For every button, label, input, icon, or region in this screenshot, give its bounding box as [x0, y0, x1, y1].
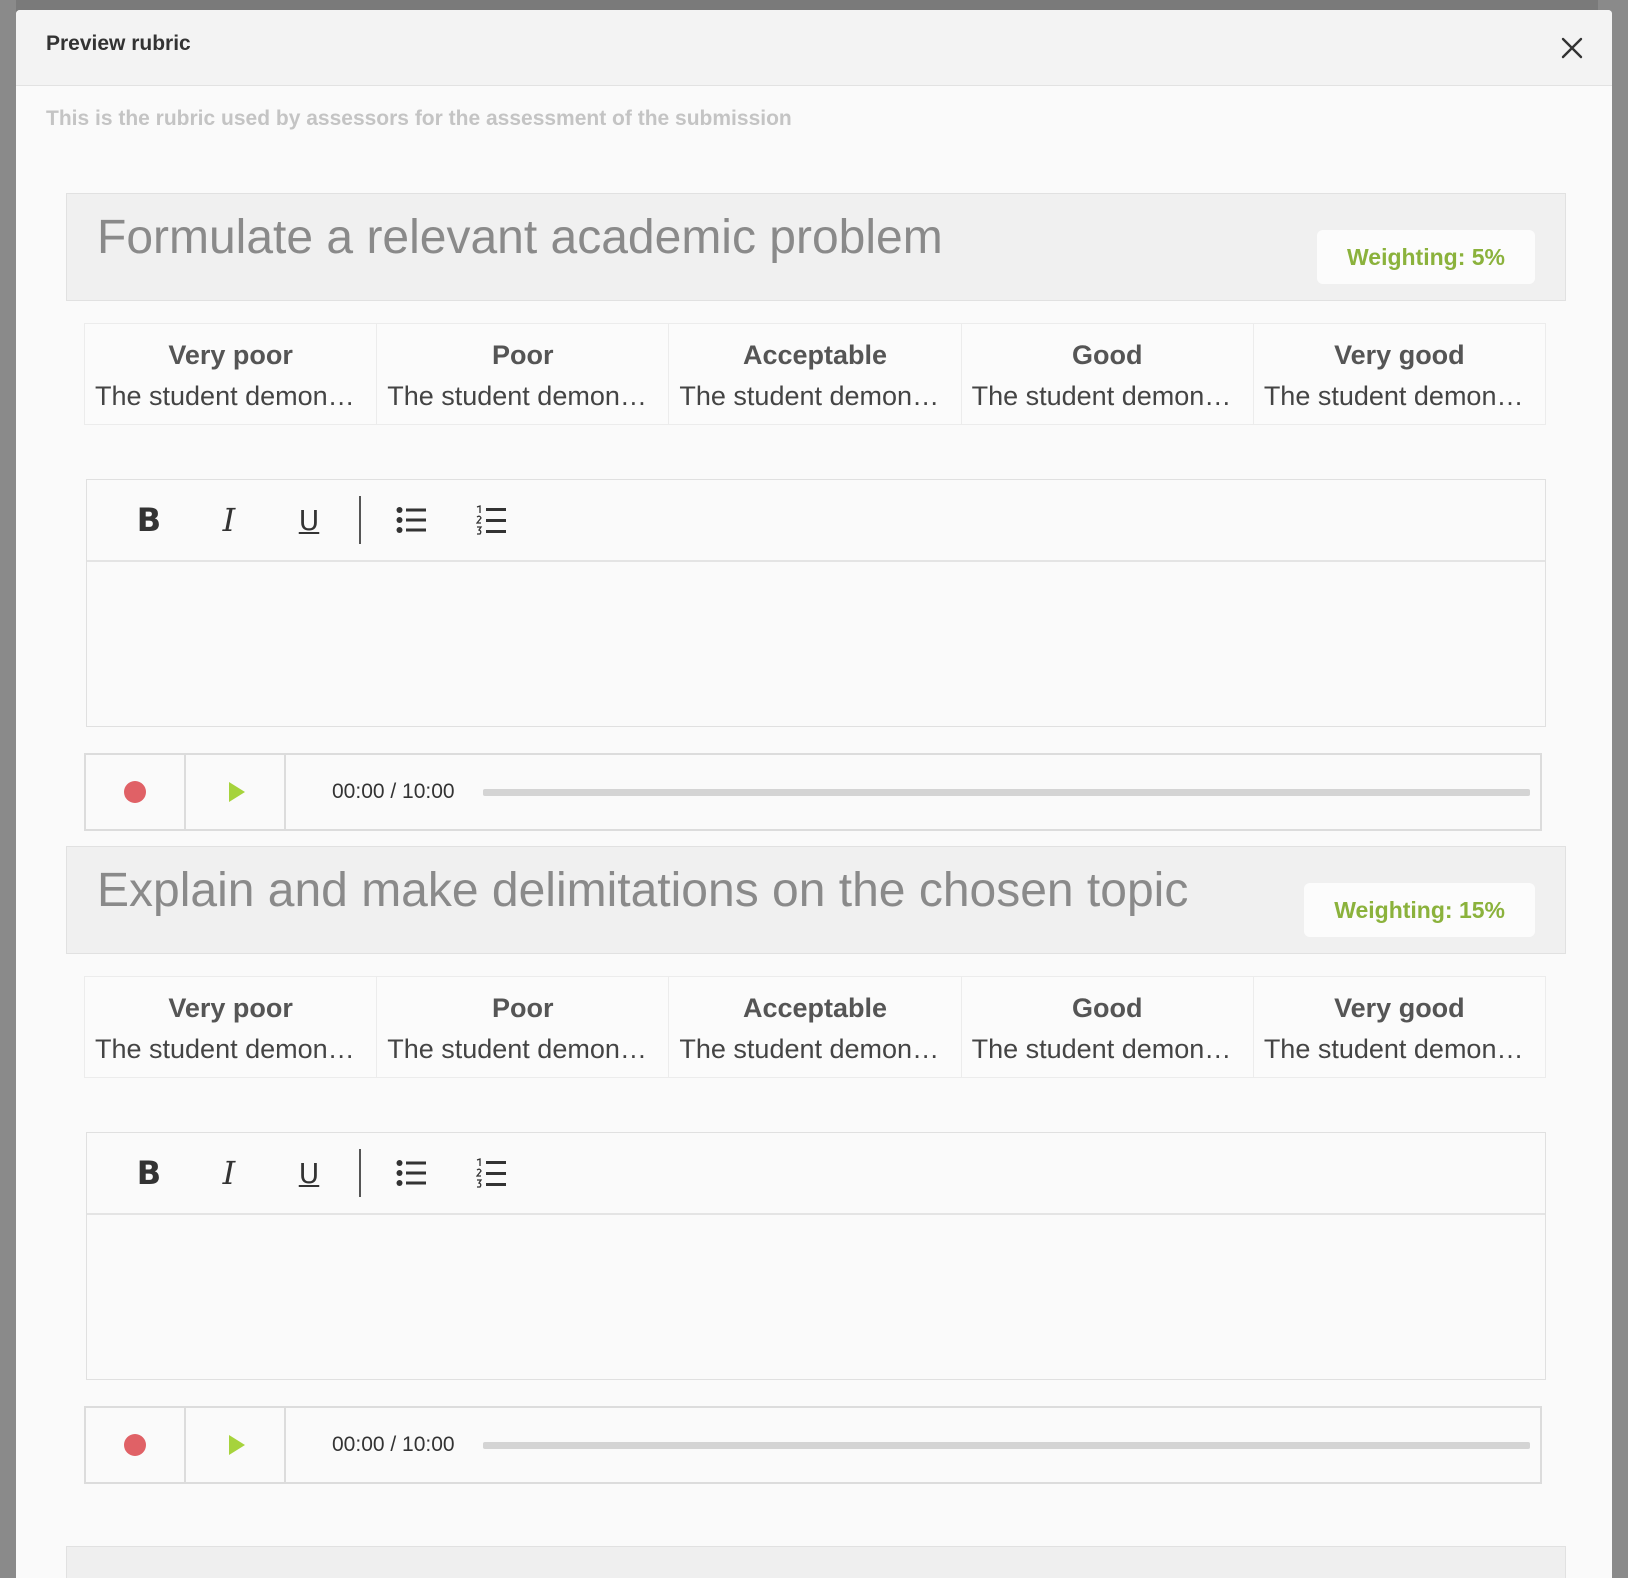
rubric-levels: Very poor The student demonstrates Poor … — [84, 323, 1546, 425]
play-icon — [229, 782, 245, 802]
level-very-good[interactable]: Very good The student demonstrates — [1254, 977, 1545, 1077]
level-good[interactable]: Good The student demonstrates — [962, 324, 1254, 424]
level-good[interactable]: Good The student demonstrates — [962, 977, 1254, 1077]
modal-subtitle: This is the rubric used by assessors for… — [46, 107, 792, 130]
level-name: Very good — [1334, 993, 1465, 1023]
criterion-title: Explain and make delimitations on the ch… — [97, 864, 1189, 917]
level-name: Acceptable — [742, 993, 888, 1023]
level-description: The student demonstrates — [387, 381, 658, 411]
bold-button[interactable]: B — [109, 1143, 189, 1203]
level-name: Poor — [492, 993, 554, 1023]
numbered-list-button[interactable] — [451, 490, 531, 550]
italic-icon: I — [222, 501, 236, 539]
level-name: Good — [1071, 340, 1143, 370]
recorder-progress-track[interactable] — [482, 1441, 1530, 1449]
numbered-list-icon — [476, 505, 506, 535]
level-acceptable[interactable]: Acceptable The student demonstrates — [669, 977, 962, 1077]
underline-icon: U — [298, 1156, 320, 1190]
audio-recorder: 00:00 / 10:00 — [84, 1406, 1542, 1484]
criterion-title: Formulate a relevant academic problem — [97, 211, 943, 264]
bullet-list-icon — [396, 1160, 426, 1186]
underline-button[interactable]: U — [269, 490, 349, 550]
criterion-1: Formulate a relevant academic problem We… — [66, 193, 1566, 833]
level-description: The student demonstrates — [95, 381, 366, 411]
criterion-header: Formulate a relevant academic problem We… — [66, 193, 1566, 301]
level-very-poor[interactable]: Very poor The student demonstrates — [85, 324, 378, 424]
underline-button[interactable]: U — [269, 1143, 349, 1203]
level-poor[interactable]: Poor The student demonstrates — [377, 324, 670, 424]
level-description: The student demonstrates — [1263, 1034, 1535, 1064]
italic-icon: I — [222, 1154, 236, 1192]
italic-button[interactable]: I — [189, 490, 269, 550]
recorder-time: 00:00 / 10:00 — [332, 780, 455, 803]
weighting-badge: Weighting: 15% — [1304, 883, 1535, 937]
play-button[interactable] — [186, 755, 286, 829]
toolbar-divider — [359, 1149, 361, 1197]
level-very-poor[interactable]: Very poor The student demonstrates — [85, 977, 378, 1077]
level-description: The student demonstrates — [971, 1034, 1243, 1064]
weighting-badge: Weighting: 5% — [1316, 230, 1535, 284]
recorder-progress-track[interactable] — [482, 788, 1530, 796]
bullet-list-button[interactable] — [371, 1143, 451, 1203]
level-name: Acceptable — [742, 340, 888, 370]
bullet-list-icon — [396, 507, 426, 533]
level-name: Very good — [1334, 340, 1465, 370]
editor-text-area[interactable] — [87, 562, 1545, 726]
level-name: Good — [1071, 993, 1143, 1023]
play-icon — [229, 1435, 245, 1455]
level-poor[interactable]: Poor The student demonstrates — [377, 977, 670, 1077]
toolbar-divider — [359, 496, 361, 544]
record-button[interactable] — [86, 755, 186, 829]
numbered-list-icon — [476, 1158, 506, 1188]
level-name: Very poor — [168, 340, 293, 370]
level-description: The student demonstrates — [95, 1034, 366, 1064]
level-name: Poor — [492, 340, 554, 370]
level-very-good[interactable]: Very good The student demonstrates — [1254, 324, 1545, 424]
bullet-list-button[interactable] — [371, 490, 451, 550]
comment-editor: B I U — [86, 1132, 1546, 1380]
recorder-time: 00:00 / 10:00 — [332, 1433, 455, 1456]
level-description: The student demonstrates — [679, 381, 950, 411]
level-description: The student demonstrates — [971, 381, 1243, 411]
criterion-header: Explain and make delimitations on the ch… — [66, 846, 1566, 954]
modal-header: Preview rubric — [16, 10, 1612, 86]
comment-editor: B I U — [86, 479, 1546, 727]
editor-toolbar: B I U — [87, 480, 1545, 562]
rubric-levels: Very poor The student demonstrates Poor … — [84, 976, 1546, 1078]
audio-recorder: 00:00 / 10:00 — [84, 753, 1542, 831]
level-description: The student demonstrates — [387, 1034, 658, 1064]
record-icon — [124, 1434, 146, 1456]
editor-toolbar: B I U — [87, 1133, 1545, 1215]
bold-icon: B — [136, 501, 162, 539]
italic-button[interactable]: I — [189, 1143, 269, 1203]
next-criterion-header — [66, 1546, 1566, 1578]
level-name: Very poor — [168, 993, 293, 1023]
underline-icon: U — [298, 503, 320, 537]
numbered-list-button[interactable] — [451, 1143, 531, 1203]
close-icon — [1561, 37, 1583, 59]
preview-rubric-modal: Preview rubric This is the rubric used b… — [16, 10, 1612, 1578]
record-icon — [124, 781, 146, 803]
close-button[interactable] — [1552, 28, 1592, 68]
level-description: The student demonstrates — [1263, 381, 1535, 411]
criterion-2: Explain and make delimitations on the ch… — [66, 846, 1566, 1486]
editor-text-area[interactable] — [87, 1215, 1545, 1379]
level-description: The student demonstrates — [679, 1034, 950, 1064]
modal-title: Preview rubric — [46, 32, 191, 55]
bold-icon: B — [136, 1154, 162, 1192]
record-button[interactable] — [86, 1408, 186, 1482]
backdrop-left-edge — [0, 0, 16, 1578]
play-button[interactable] — [186, 1408, 286, 1482]
bold-button[interactable]: B — [109, 490, 189, 550]
level-acceptable[interactable]: Acceptable The student demonstrates — [669, 324, 962, 424]
